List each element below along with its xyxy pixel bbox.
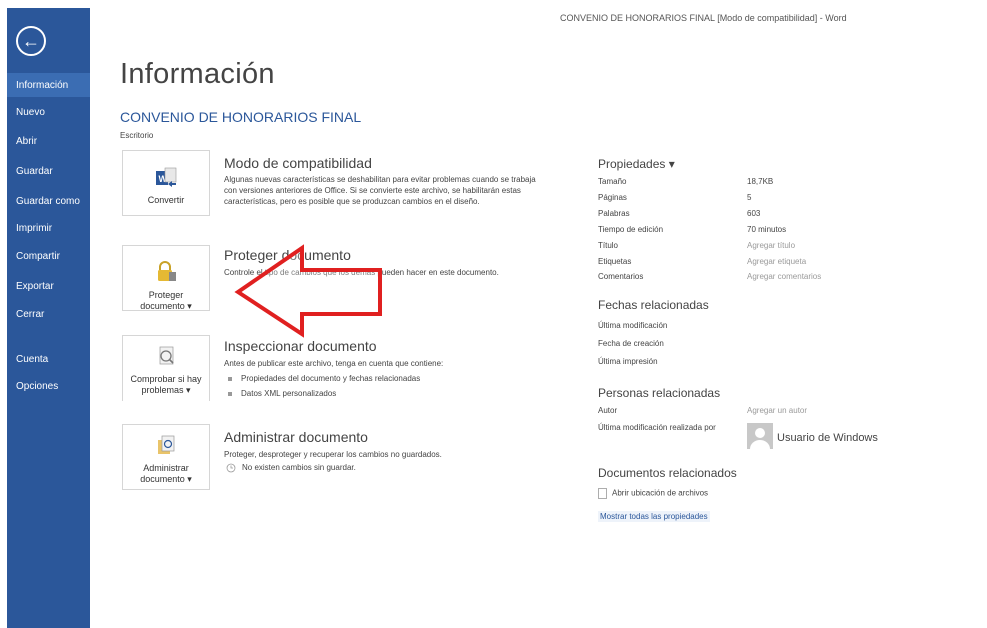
related-docs-heading: Documentos relacionados	[598, 466, 737, 480]
related-dates-heading: Fechas relacionadas	[598, 298, 709, 312]
tile-label: Comprobar si hay	[130, 374, 202, 384]
page-title: Información	[120, 58, 275, 90]
sidebar-item-cerrar[interactable]: Cerrar	[7, 302, 90, 326]
user-icon	[750, 428, 770, 449]
date-label: Última impresión	[598, 357, 658, 366]
prop-label: Etiquetas	[598, 257, 632, 266]
tags-field[interactable]: Agregar etiqueta	[747, 257, 806, 266]
prop-label: Título	[598, 241, 619, 250]
clock-icon	[226, 463, 236, 473]
manage-document-button[interactable]: Administrar documento ▾	[122, 424, 210, 490]
tile-label: Proteger	[148, 290, 184, 300]
date-label: Última modificación	[598, 321, 668, 330]
sidebar-item-opciones[interactable]: Opciones	[7, 374, 90, 398]
section-title-compatibility: Modo de compatibilidad	[224, 155, 372, 171]
prop-value: 18,7KB	[747, 177, 774, 186]
lock-icon	[158, 261, 176, 281]
document-location: Escritorio	[120, 131, 154, 140]
prop-label: Comentarios	[598, 272, 644, 281]
sidebar-item-imprimir[interactable]: Imprimir	[7, 216, 90, 240]
tile-label: documento ▾	[140, 301, 192, 311]
prop-value: 70 minutos	[747, 225, 787, 234]
section-desc-manage: Proteger, desproteger y recuperar los ca…	[224, 450, 442, 459]
manage-document-icon	[158, 435, 175, 454]
word-backstage: CONVENIO DE HONORARIOS FINAL [Modo de co…	[0, 0, 987, 628]
add-author-field[interactable]: Agregar un autor	[747, 406, 807, 415]
tile-label: Administrar	[143, 463, 189, 473]
check-issues-button[interactable]: Comprobar si hay problemas ▾	[122, 335, 210, 401]
inspect-document-icon	[159, 346, 174, 365]
sidebar-item-exportar[interactable]: Exportar	[7, 274, 90, 298]
prop-label: Tamaño	[598, 177, 627, 186]
date-label: Fecha de creación	[598, 339, 664, 348]
red-arrow-annotation	[234, 244, 382, 338]
prop-value: 603	[747, 209, 761, 218]
convert-icon: W	[156, 167, 177, 187]
last-modified-by-user: Usuario de Windows	[777, 432, 878, 444]
open-file-location-link[interactable]: Abrir ubicación de archivos	[598, 488, 708, 499]
bullet-icon	[228, 391, 232, 396]
prop-label: Tiempo de edición	[598, 225, 664, 234]
backstage-sidebar: ← Información Nuevo Abrir Guardar Guarda…	[7, 8, 90, 628]
title-field[interactable]: Agregar título	[747, 241, 795, 250]
prop-label: Páginas	[598, 193, 627, 202]
section-desc-inspect: Antes de publicar este archivo, tenga en…	[224, 359, 444, 368]
sidebar-item-nuevo[interactable]: Nuevo	[7, 100, 90, 124]
sidebar-item-informacion[interactable]: Información	[7, 73, 90, 97]
sidebar-item-guardar-como[interactable]: Guardar como	[7, 189, 90, 213]
protect-document-button[interactable]: Proteger documento ▾	[122, 245, 210, 311]
document-icon	[598, 488, 607, 499]
sidebar-item-compartir[interactable]: Compartir	[7, 244, 90, 268]
bullet-icon	[228, 376, 232, 381]
properties-heading[interactable]: Propiedades ▾	[598, 157, 675, 171]
tile-label: problemas ▾	[141, 385, 191, 395]
section-title-manage: Administrar documento	[224, 429, 368, 445]
related-people-heading: Personas relacionadas	[598, 386, 721, 400]
tile-label: Convertir	[147, 195, 185, 205]
list-item: Propiedades del documento y fechas relac…	[228, 374, 420, 383]
section-title-inspect: Inspeccionar documento	[224, 338, 377, 354]
sidebar-item-cuenta[interactable]: Cuenta	[7, 347, 90, 371]
convert-button[interactable]: W Convertir	[122, 150, 210, 216]
sidebar-item-abrir[interactable]: Abrir	[7, 129, 90, 153]
sidebar-item-guardar[interactable]: Guardar	[7, 159, 90, 183]
tile-label: documento ▾	[140, 474, 192, 484]
avatar	[747, 423, 773, 449]
window-title: CONVENIO DE HONORARIOS FINAL [Modo de co…	[560, 13, 847, 23]
comments-field[interactable]: Agregar comentarios	[747, 272, 821, 281]
back-arrow-icon[interactable]: ←	[16, 26, 46, 56]
show-all-properties-link[interactable]: Mostrar todas las propiedades	[598, 511, 710, 522]
document-title: CONVENIO DE HONORARIOS FINAL	[120, 109, 362, 125]
author-label: Autor	[598, 406, 618, 415]
prop-label: Palabras	[598, 209, 630, 218]
section-desc-compatibility: Algunas nuevas características se deshab…	[224, 175, 536, 206]
last-modified-by-label: Última modificación realizada por	[598, 423, 716, 432]
list-item: Datos XML personalizados	[228, 389, 336, 398]
no-unsaved-changes-note: No existen cambios sin guardar.	[226, 463, 356, 473]
prop-value: 5	[747, 193, 752, 202]
